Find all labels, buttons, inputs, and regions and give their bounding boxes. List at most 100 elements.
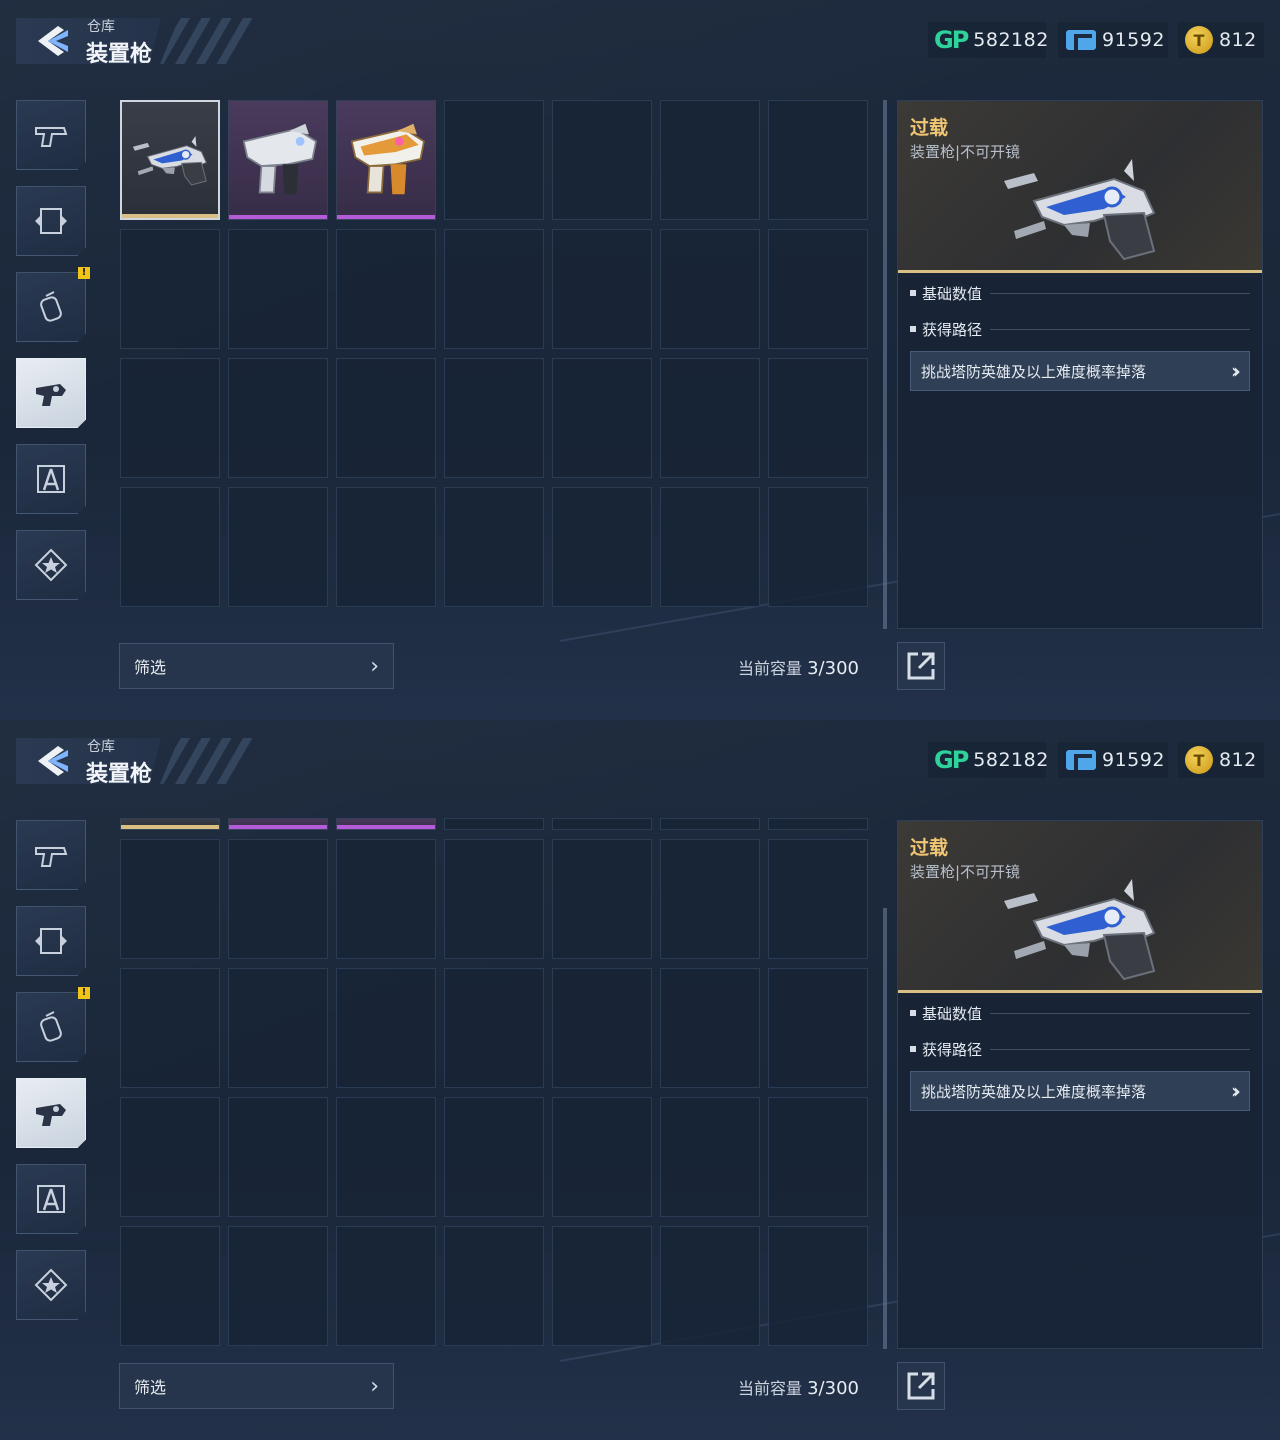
empty-slot[interactable] (336, 968, 436, 1088)
category-compass[interactable] (16, 444, 86, 514)
gp-value: 582182 (973, 29, 1049, 51)
empty-slot[interactable] (336, 229, 436, 349)
category-frame[interactable] (16, 186, 86, 256)
filter-button[interactable]: 筛选 › (119, 643, 394, 689)
empty-slot[interactable] (228, 487, 328, 607)
empty-slot[interactable] (444, 229, 544, 349)
empty-slot[interactable] (336, 1226, 436, 1346)
section-base-stats[interactable]: 基础数值 (910, 283, 1250, 303)
empty-slot[interactable] (120, 487, 220, 607)
inventory-item-white-gun[interactable] (228, 100, 328, 220)
capacity-display: 当前容量 3/300 (738, 1375, 859, 1399)
empty-slot[interactable] (120, 839, 220, 959)
section-label: 基础数值 (922, 284, 983, 303)
empty-slot[interactable] (660, 487, 760, 607)
category-star[interactable] (16, 1250, 86, 1320)
category-grenade[interactable] (16, 272, 86, 342)
acquisition-route-button[interactable]: 挑战塔防英雄及以上难度概率掉落 ›› (910, 351, 1250, 391)
empty-slot[interactable] (768, 839, 868, 959)
empty-slot[interactable] (120, 968, 220, 1088)
empty-slot[interactable] (228, 1097, 328, 1217)
category-compass[interactable] (16, 1164, 86, 1234)
empty-slot[interactable] (552, 100, 652, 220)
empty-slot[interactable] (444, 1226, 544, 1346)
empty-slot[interactable] (228, 839, 328, 959)
empty-slot[interactable] (660, 100, 760, 220)
category-star[interactable] (16, 530, 86, 600)
empty-slot[interactable] (228, 968, 328, 1088)
filter-button[interactable]: 筛选 › (119, 1363, 394, 1409)
empty-slot[interactable] (660, 839, 760, 959)
empty-slot[interactable] (768, 968, 868, 1088)
category-grenade[interactable] (16, 992, 86, 1062)
empty-slot[interactable] (228, 229, 328, 349)
currency-gold-row: T 812 (1185, 25, 1257, 55)
empty-slot[interactable] (552, 1226, 652, 1346)
empty-slot[interactable] (552, 818, 652, 830)
empty-slot[interactable] (444, 358, 544, 478)
item-hero: 过载 装置枪|不可开镜 (898, 821, 1262, 993)
empty-slot[interactable] (336, 1097, 436, 1217)
inventory-item-overload[interactable] (120, 818, 220, 830)
gold-coin-icon: T (1185, 26, 1213, 54)
empty-slot[interactable] (660, 229, 760, 349)
category-pistol[interactable] (16, 820, 86, 890)
frame-icon (32, 922, 70, 960)
empty-slot[interactable] (444, 1097, 544, 1217)
empty-slot[interactable] (768, 1226, 868, 1346)
empty-slot[interactable] (552, 839, 652, 959)
inventory-item-orange-gun[interactable] (336, 818, 436, 830)
back-arrow-icon[interactable] (34, 744, 70, 778)
empty-slot[interactable] (336, 839, 436, 959)
bullet-icon (910, 326, 916, 332)
empty-slot[interactable] (444, 100, 544, 220)
empty-slot[interactable] (120, 229, 220, 349)
inventory-item-overload[interactable] (120, 100, 220, 220)
empty-slot[interactable] (552, 968, 652, 1088)
category-device-gun[interactable] (16, 358, 86, 428)
empty-slot[interactable] (228, 358, 328, 478)
empty-slot[interactable] (552, 487, 652, 607)
empty-slot[interactable] (660, 358, 760, 478)
empty-slot[interactable] (660, 1097, 760, 1217)
empty-slot[interactable] (444, 968, 544, 1088)
back-arrow-icon[interactable] (34, 24, 70, 58)
header-stripes (160, 18, 255, 64)
export-button[interactable] (897, 1362, 945, 1410)
empty-slot[interactable] (336, 358, 436, 478)
empty-slot[interactable] (552, 1097, 652, 1217)
empty-slot[interactable] (768, 100, 868, 220)
currency-tm-row: 91592 (1066, 745, 1165, 775)
scrollbar[interactable] (883, 908, 887, 1349)
empty-slot[interactable] (120, 1097, 220, 1217)
category-frame[interactable] (16, 906, 86, 976)
empty-slot[interactable] (768, 818, 868, 830)
empty-slot[interactable] (768, 358, 868, 478)
category-pistol[interactable] (16, 100, 86, 170)
inventory-item-white-gun[interactable] (228, 818, 328, 830)
empty-slot[interactable] (768, 1097, 868, 1217)
empty-slot[interactable] (660, 968, 760, 1088)
scrollbar[interactable] (883, 100, 887, 629)
inventory-item-orange-gun[interactable] (336, 100, 436, 220)
empty-slot[interactable] (444, 818, 544, 830)
empty-slot[interactable] (660, 1226, 760, 1346)
empty-slot[interactable] (444, 487, 544, 607)
empty-slot[interactable] (552, 229, 652, 349)
empty-slot[interactable] (228, 1226, 328, 1346)
export-button[interactable] (897, 642, 945, 690)
empty-slot[interactable] (444, 839, 544, 959)
capacity-value: 3/300 (807, 658, 859, 679)
empty-slot[interactable] (768, 487, 868, 607)
acquisition-route-button[interactable]: 挑战塔防英雄及以上难度概率掉落 ›› (910, 1071, 1250, 1111)
section-base-stats[interactable]: 基础数值 (910, 1003, 1250, 1023)
empty-slot[interactable] (660, 818, 760, 830)
empty-slot[interactable] (768, 229, 868, 349)
chevron-right-icon: › (370, 653, 379, 679)
empty-slot[interactable] (120, 358, 220, 478)
header-stripes (160, 738, 255, 784)
empty-slot[interactable] (336, 487, 436, 607)
empty-slot[interactable] (120, 1226, 220, 1346)
empty-slot[interactable] (552, 358, 652, 478)
category-device-gun[interactable] (16, 1078, 86, 1148)
